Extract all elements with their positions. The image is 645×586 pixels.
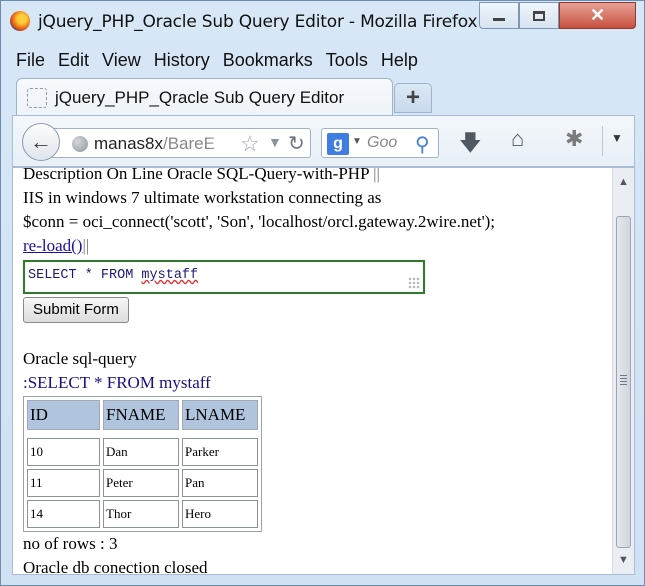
results-table: ID FNAME LNAME 10 Dan Parker 11 Peter Pa… [23, 396, 262, 532]
globe-icon [72, 136, 88, 152]
table-row: 10 Dan Parker [27, 438, 258, 466]
header-lname: LNAME [182, 400, 258, 430]
maximize-icon [533, 10, 545, 21]
vertical-scrollbar[interactable]: ▲ ▼ [612, 168, 634, 574]
description-line: Description On Line Oracle SQL-Query-wit… [23, 167, 613, 186]
search-input[interactable]: Goo [367, 134, 397, 152]
addon-bug-icon[interactable]: ✱ [565, 126, 583, 152]
iis-line: IIS in windows 7 ultimate workstation co… [23, 188, 382, 207]
title-bar: jQuery_PHP_Oracle Sub Query Editor - Moz… [1, 1, 644, 43]
page-content: Description On Line Oracle SQL-Query-wit… [12, 167, 635, 575]
result-heading: Oracle sql-query [23, 349, 137, 368]
header-fname: FNAME [103, 400, 179, 430]
google-search-engine-icon[interactable]: g [327, 133, 349, 155]
bookmark-star-icon[interactable]: ☆ [240, 131, 260, 157]
cell-id: 11 [27, 469, 100, 497]
header-id: ID [27, 400, 100, 430]
menu-tools[interactable]: Tools [319, 47, 374, 73]
back-button[interactable]: ← [22, 123, 60, 161]
minimize-button[interactable] [479, 2, 519, 29]
menu-edit[interactable]: Edit [51, 47, 95, 73]
firefox-logo-icon [10, 11, 30, 31]
sql-query-textarea[interactable]: SELECT * FROM mystaff [23, 260, 425, 294]
scroll-up-icon[interactable]: ▲ [618, 176, 629, 188]
table-gap [27, 433, 258, 435]
scroll-down-icon[interactable]: ▼ [618, 554, 629, 566]
close-icon: ✕ [589, 5, 606, 25]
cell-fname: Thor [103, 500, 179, 528]
url-bar[interactable]: manas8x/BareE ☆ ▼ ↻ [51, 128, 311, 158]
submit-form-button[interactable]: Submit Form [23, 297, 129, 323]
menu-help[interactable]: Help [374, 47, 424, 73]
reload-link[interactable]: re-load() [23, 236, 82, 255]
tab-title: jQuery_PHP_Qracle Sub Query Editor [55, 88, 345, 107]
resize-grip-icon[interactable] [408, 277, 420, 289]
sql-text: SELECT * FROM [28, 268, 142, 283]
url-host: manas8x [94, 134, 163, 153]
reload-separator: || [82, 236, 90, 255]
menu-history[interactable]: History [147, 47, 216, 73]
window-title: jQuery_PHP_Oracle Sub Query Editor - Moz… [38, 12, 478, 32]
navigation-toolbar: manas8x/BareE ☆ ▼ ↻ ← g ▼ Goo ⚲ 🡇 ⌂ ✱ ▼ [12, 115, 635, 167]
cell-id: 14 [27, 500, 100, 528]
cell-fname: Dan [103, 438, 179, 466]
tab-active[interactable]: jQuery_PHP_Qracle Sub Query Editor [16, 78, 393, 116]
plus-icon: + [405, 84, 420, 111]
cell-lname: Hero [182, 500, 258, 528]
page-body: Description On Line Oracle SQL-Query-wit… [23, 167, 613, 575]
maximize-button[interactable] [519, 2, 559, 29]
search-bar[interactable]: g ▼ Goo ⚲ [321, 128, 439, 158]
table-row: 11 Peter Pan [27, 469, 258, 497]
cell-id: 10 [27, 438, 100, 466]
cell-fname: Peter [103, 469, 179, 497]
page-placeholder-icon [27, 88, 47, 108]
query-echo: :SELECT * FROM mystaff [23, 373, 211, 392]
new-tab-button[interactable]: + [394, 83, 432, 113]
description-separator: || [368, 167, 380, 183]
menu-dropdown-icon[interactable]: ▼ [611, 131, 623, 145]
description-text: Description On Line Oracle SQL-Query-wit… [23, 167, 369, 183]
url-fade [207, 129, 237, 157]
row-count: no of rows : 3 [23, 534, 118, 553]
browser-window: jQuery_PHP_Oracle Sub Query Editor - Moz… [0, 0, 645, 586]
reload-icon[interactable]: ↻ [288, 131, 305, 156]
download-icon[interactable]: 🡇 [459, 126, 482, 164]
menu-file[interactable]: File [9, 47, 51, 73]
scrollbar-thumb[interactable] [616, 216, 631, 548]
conn-line: $conn = oci_connect('scott', 'Son', 'loc… [23, 212, 496, 231]
reload-line: re-load()|| [23, 234, 613, 258]
menu-bar: File Edit View History Bookmarks Tools H… [9, 47, 424, 73]
thumb-grip-icon [620, 375, 627, 385]
close-button[interactable]: ✕ [559, 2, 636, 29]
home-icon[interactable]: ⌂ [511, 126, 524, 152]
toolbar-separator [602, 126, 603, 156]
back-arrow-icon: ← [30, 129, 52, 154]
search-icon[interactable]: ⚲ [415, 132, 430, 157]
menu-bookmarks[interactable]: Bookmarks [216, 47, 319, 73]
minimize-icon [493, 18, 505, 21]
menu-view[interactable]: View [95, 47, 147, 73]
cell-lname: Pan [182, 469, 258, 497]
table-header-row: ID FNAME LNAME [27, 400, 258, 430]
connection-closed-message: Oracle db conection closed [23, 558, 208, 575]
sql-table-name: mystaff [141, 268, 199, 283]
url-history-dropdown-icon[interactable]: ▼ [268, 134, 282, 150]
search-engine-dropdown-icon[interactable]: ▼ [352, 136, 362, 147]
url-text: manas8x/BareE [94, 134, 215, 154]
table-row: 14 Thor Hero [27, 500, 258, 528]
cell-lname: Parker [182, 438, 258, 466]
